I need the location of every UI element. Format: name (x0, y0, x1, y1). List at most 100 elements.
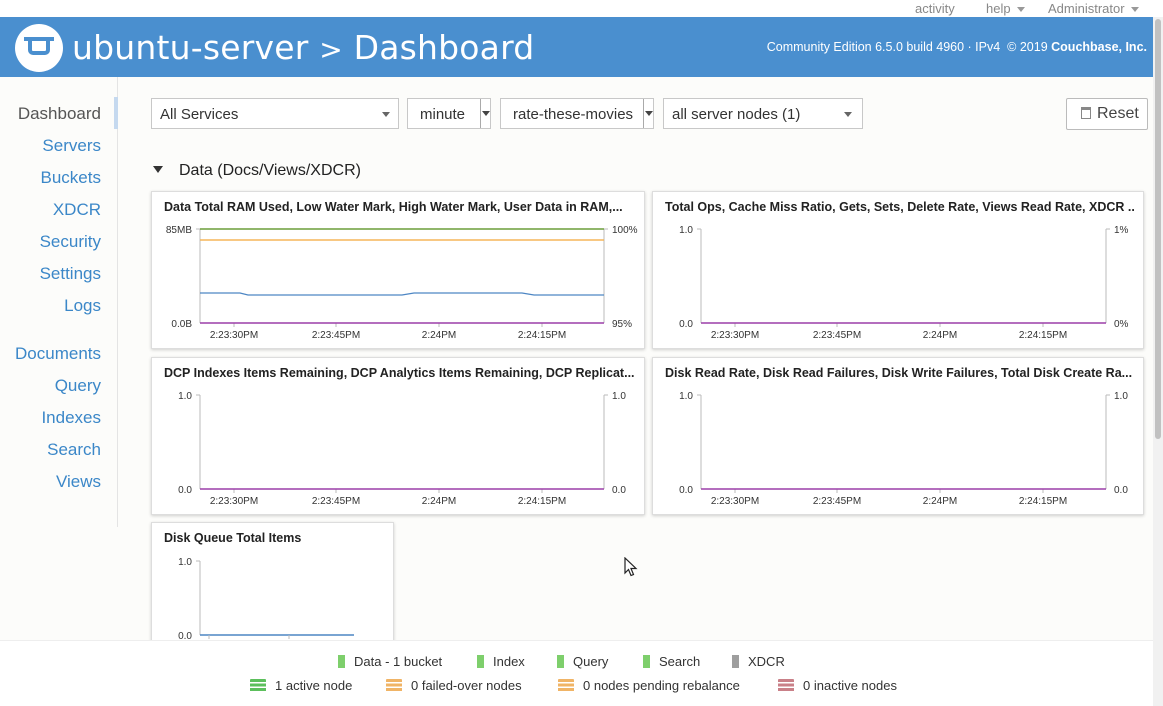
service-label: Query (573, 654, 609, 669)
activity-menu[interactable]: activity (915, 1, 955, 16)
edition-info: Community Edition 6.5.0 build 4960 · IPv… (767, 40, 1147, 54)
chart-card-ram[interactable]: Data Total RAM Used, Low Water Mark, Hig… (151, 191, 645, 349)
company-link[interactable]: Couchbase, Inc. (1051, 40, 1147, 54)
bucket-select-value: rate-these-movies (513, 106, 634, 123)
status-footer: Data - 1 bucket Index Query Search XDCR … (0, 640, 1153, 706)
sidebar-item-security[interactable]: Security (40, 232, 101, 252)
zoom-select[interactable]: minute (407, 98, 491, 129)
services-select-value: All Services (160, 106, 239, 123)
x-tick-label: 2:24:15PM (1019, 496, 1067, 507)
reset-label: Reset (1097, 105, 1139, 122)
x-tick-label: 2:24:15PM (518, 330, 566, 341)
bucket-select[interactable]: rate-these-movies (500, 98, 654, 129)
x-tick-label: 2:23:45PM (312, 330, 360, 341)
x-tick-label: 2:23:30PM (210, 330, 258, 341)
x-tick-label: 2:23:30PM (711, 496, 759, 507)
host-name: ubuntu-server (72, 28, 309, 67)
edition-label: Community Edition 6.5.0 build 4960 · IPv… (766, 40, 1001, 54)
y-tick-label: 0.0 (612, 485, 626, 496)
node-label: 0 nodes pending rebalance (583, 678, 740, 693)
y-tick-label: 1.0 (679, 391, 693, 402)
status-square-icon (643, 655, 650, 668)
x-tick-label: 2:23:45PM (813, 330, 861, 341)
nodes-select[interactable]: all server nodes (1) (663, 98, 863, 129)
chart-card-disk[interactable]: Disk Read Rate, Disk Read Failures, Disk… (652, 357, 1144, 515)
app-header: ubuntu-server > Dashboard Community Edit… (0, 17, 1153, 77)
service-query: Query (557, 654, 608, 669)
x-tick-label: 2:23:45PM (813, 496, 861, 507)
service-xdcr: XDCR (732, 654, 785, 669)
active-nodes[interactable]: 1 active node (250, 678, 352, 693)
help-menu[interactable]: help (986, 1, 1025, 16)
breadcrumb-page: Dashboard (353, 28, 535, 67)
status-square-icon (557, 655, 564, 668)
x-tick-label: 2:24PM (923, 496, 957, 507)
y-tick-label: 0% (1114, 319, 1129, 330)
chart-card-dcp[interactable]: DCP Indexes Items Remaining, DCP Analyti… (151, 357, 645, 515)
x-tick-label: 2:24PM (923, 330, 957, 341)
zoom-select-value: minute (420, 106, 466, 123)
user-label: Administrator (1048, 1, 1125, 16)
sidebar-item-dashboard[interactable]: Dashboard (18, 104, 101, 124)
service-label: Data - 1 bucket (354, 654, 443, 669)
x-tick-label: 2:23:45PM (312, 496, 360, 507)
sidebar-item-views[interactable]: Views (56, 472, 101, 492)
breadcrumb-separator: > (319, 33, 343, 66)
sidebar-item-search[interactable]: Search (47, 440, 101, 460)
chart-card-disk-queue[interactable]: Disk Queue Total Items 1.0 0.0 (151, 522, 394, 652)
chevron-down-icon (480, 99, 490, 128)
node-label: 0 inactive nodes (803, 678, 897, 693)
inactive-nodes[interactable]: 0 inactive nodes (778, 678, 897, 693)
chart-svg: 1.0 0.0 1% 0% 2:23:30PM 2:23:45PM 2:24PM 2:24:1… (679, 225, 1129, 341)
sidebar-item-documents[interactable]: Documents (15, 344, 101, 364)
active-indicator (114, 97, 118, 129)
section-toggle-data[interactable]: Data (Docs/Views/XDCR) (153, 162, 361, 180)
chevron-down-icon (643, 99, 653, 128)
node-label: 0 failed-over nodes (411, 678, 522, 693)
node-label: 1 active node (275, 678, 353, 693)
service-index: Index (477, 654, 525, 669)
status-square-icon (732, 655, 739, 668)
sidebar-item-query[interactable]: Query (55, 376, 101, 396)
y-tick-label: 100% (612, 225, 638, 236)
chevron-down-icon (382, 112, 390, 117)
x-tick-label: 2:24:15PM (1019, 330, 1067, 341)
chevron-down-icon (844, 112, 852, 117)
copyright-label: © 2019 (1007, 40, 1048, 54)
x-tick-label: 2:24:15PM (518, 496, 566, 507)
sidebar-item-xdcr[interactable]: XDCR (53, 200, 101, 220)
status-square-icon (477, 655, 484, 668)
y-tick-label: 1.0 (178, 557, 192, 568)
y-tick-label: 0.0 (679, 319, 693, 330)
server-pending-icon (558, 679, 574, 692)
x-tick-label: 2:24PM (422, 496, 456, 507)
top-menu-bar: activity help Administrator (0, 0, 1163, 17)
sidebar-item-settings[interactable]: Settings (40, 264, 101, 284)
failed-over-nodes[interactable]: 0 failed-over nodes (386, 678, 522, 693)
sidebar-item-servers[interactable]: Servers (42, 136, 101, 156)
service-label: Index (493, 654, 525, 669)
sidebar-item-indexes[interactable]: Indexes (41, 408, 101, 428)
trash-icon (1081, 107, 1091, 119)
server-active-icon (250, 679, 266, 692)
sidebar-item-buckets[interactable]: Buckets (41, 168, 101, 188)
sidebar-item-logs[interactable]: Logs (64, 296, 101, 316)
y-tick-label: 95% (612, 319, 632, 330)
service-label: XDCR (748, 654, 785, 669)
triangle-down-icon (153, 166, 163, 173)
chart-card-ops[interactable]: Total Ops, Cache Miss Ratio, Gets, Sets,… (652, 191, 1144, 349)
nodes-select-value: all server nodes (1) (672, 106, 801, 123)
series-ram-used (200, 292, 604, 296)
page-scrollbar[interactable] (1153, 17, 1163, 706)
y-tick-label: 1.0 (612, 391, 626, 402)
page-title: ubuntu-server > Dashboard (72, 28, 534, 67)
y-tick-label: 0.0 (1114, 485, 1128, 496)
scrollbar-thumb[interactable] (1155, 19, 1161, 439)
y-tick-label: 0.0 (679, 485, 693, 496)
pending-rebalance-nodes[interactable]: 0 nodes pending rebalance (558, 678, 740, 693)
reset-button[interactable]: Reset (1066, 98, 1148, 130)
service-search: Search (643, 654, 700, 669)
server-inactive-icon (778, 679, 794, 692)
services-select[interactable]: All Services (151, 98, 399, 129)
user-menu[interactable]: Administrator (1048, 1, 1139, 16)
